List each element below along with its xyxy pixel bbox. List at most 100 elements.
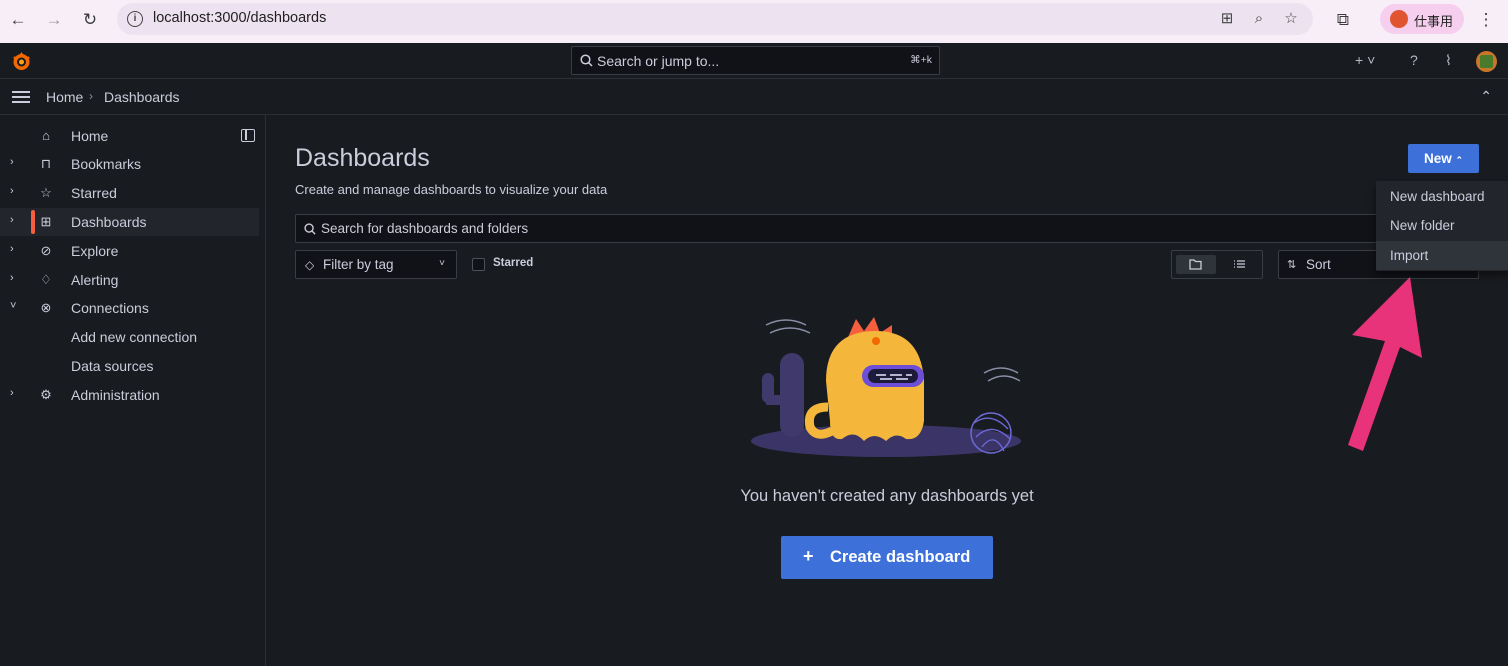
reload-icon[interactable]: ↻ — [80, 10, 100, 30]
list-view-button[interactable] — [1220, 255, 1260, 274]
new-button-label: New — [1423, 151, 1452, 166]
starred-label[interactable]: Starred — [493, 257, 533, 269]
bookmark-icon: ⊓ — [40, 156, 52, 171]
profile-avatar-icon — [1390, 10, 1408, 28]
starred-checkbox[interactable] — [472, 258, 485, 271]
view-toggle — [1171, 250, 1263, 279]
sidebar-item-label: Home — [71, 128, 109, 144]
chevron-up-icon: ⌃ — [1455, 155, 1464, 165]
sidebar-item-home[interactable]: ⌂ Home — [0, 122, 259, 150]
connections-icon: ⊗ — [40, 300, 52, 315]
sidebar-item-connections[interactable]: ˅ ⊗ Connections — [0, 294, 259, 322]
breadcrumb: Home › Dashboards ⌃ — [0, 79, 1508, 115]
add-plus-icon[interactable]: + ˅ — [1355, 52, 1375, 68]
dashboard-search-input[interactable]: Search for dashboards and folders — [295, 214, 1479, 243]
search-icon — [580, 54, 593, 67]
list-icon — [1234, 260, 1245, 268]
menu-item-label: New folder — [1390, 218, 1455, 233]
browser-toolbar: ← → ↻ i localhost:3000/dashboards ⊞ ⌕ ☆ … — [0, 0, 1508, 43]
sidebar-item-starred[interactable]: › ☆ Starred — [0, 179, 259, 207]
create-dashboard-label: Create dashboard — [830, 548, 971, 566]
chevron-up-icon[interactable]: ⌃ — [1480, 88, 1492, 105]
new-button[interactable]: New ⌃ — [1408, 144, 1479, 173]
create-dashboard-button[interactable]: + Create dashboard — [781, 536, 993, 579]
chevron-down-icon: ˅ — [439, 258, 445, 269]
sidebar-item-label: Starred — [71, 185, 117, 201]
dashboards-icon: ⊞ — [40, 214, 52, 229]
bookmark-star-icon[interactable]: ☆ — [1282, 10, 1300, 28]
sidebar-item-label: Explore — [71, 243, 119, 259]
sidebar-item-bookmarks[interactable]: › ⊓ Bookmarks — [0, 150, 259, 178]
extensions-icon[interactable]: ⧉ — [1333, 10, 1353, 30]
chevron-right-icon[interactable]: › — [10, 185, 14, 197]
page-subtitle: Create and manage dashboards to visualiz… — [295, 182, 608, 197]
filter-by-tag-select[interactable]: ◇ Filter by tag ˅ — [295, 250, 457, 279]
breadcrumb-home[interactable]: Home — [46, 89, 83, 105]
menu-item-label: New dashboard — [1390, 189, 1485, 204]
sort-icon: ⇅ — [1287, 259, 1297, 271]
new-dropdown-menu: New dashboard New folder Import — [1376, 181, 1508, 271]
chevron-right-icon[interactable]: › — [10, 243, 14, 255]
star-icon: ☆ — [40, 185, 52, 200]
sidebar-item-label: Data sources — [71, 358, 154, 374]
compass-icon: ⊘ — [40, 243, 52, 258]
empty-state-illustration — [751, 317, 1021, 457]
menu-item-new-folder[interactable]: New folder — [1376, 211, 1508, 240]
sidebar-item-alerting[interactable]: › ♢ Alerting — [0, 266, 259, 294]
chevron-right-icon[interactable]: › — [10, 156, 14, 168]
dashboard-search-placeholder: Search for dashboards and folders — [321, 221, 529, 236]
back-icon[interactable]: ← — [8, 10, 28, 30]
menu-item-import[interactable]: Import — [1376, 241, 1508, 270]
top-bar: Search or jump to... ⌘+k + ˅ ? ⌇ — [0, 43, 1508, 79]
sidebar-item-label: Add new connection — [71, 329, 198, 345]
zoom-icon[interactable]: ⌕ — [1250, 10, 1268, 28]
bell-icon: ♢ — [40, 272, 52, 287]
gear-icon: ⚙ — [40, 387, 52, 402]
translate-icon[interactable]: ⊞ — [1218, 10, 1236, 28]
chevron-right-icon[interactable]: › — [10, 272, 14, 284]
sidebar-item-label: Bookmarks — [71, 156, 142, 172]
chevron-right-icon[interactable]: › — [10, 214, 14, 226]
browser-menu-icon[interactable]: ⋮ — [1476, 10, 1496, 30]
menu-toggle-icon[interactable] — [12, 91, 30, 103]
sidebar-item-add-new-connection[interactable]: Add new connection — [0, 323, 259, 351]
sidebar-item-label: Connections — [71, 300, 149, 316]
news-rss-icon[interactable]: ⌇ — [1445, 52, 1452, 69]
breadcrumb-current: Dashboards — [104, 89, 180, 105]
folder-view-button[interactable] — [1176, 255, 1216, 274]
site-info-icon[interactable]: i — [127, 11, 143, 27]
search-placeholder: Search or jump to... — [597, 53, 720, 69]
empty-state-message: You haven't created any dashboards yet — [740, 487, 1034, 505]
search-shortcut: ⌘+k — [910, 54, 932, 66]
chevron-down-icon[interactable]: ˅ — [10, 300, 16, 312]
help-icon[interactable]: ? — [1410, 52, 1418, 68]
tag-icon: ◇ — [305, 258, 315, 272]
sidebar-item-explore[interactable]: › ⊘ Explore — [0, 237, 259, 265]
search-icon — [304, 223, 316, 235]
profile-label: 仕事用 — [1414, 14, 1454, 29]
profile-button[interactable]: 仕事用 — [1380, 4, 1464, 34]
sidebar-item-administration[interactable]: › ⚙ Administration — [0, 381, 259, 409]
plus-icon: + — [803, 546, 814, 566]
sidebar-item-label: Administration — [71, 387, 160, 403]
sort-label: Sort — [1306, 257, 1331, 272]
user-avatar[interactable] — [1476, 51, 1497, 72]
url-text[interactable]: localhost:3000/dashboards — [153, 10, 326, 26]
sidebar-item-data-sources[interactable]: Data sources — [0, 352, 259, 380]
forward-icon[interactable]: → — [44, 10, 64, 30]
dock-sidebar-icon[interactable] — [241, 129, 255, 142]
main-content: Dashboards Create and manage dashboards … — [266, 115, 1508, 666]
sidebar-item-dashboards[interactable]: › ⊞ Dashboards — [0, 208, 259, 236]
chevron-right-icon[interactable]: › — [10, 387, 14, 399]
grafana-logo-icon[interactable] — [11, 51, 32, 72]
breadcrumb-separator: › — [89, 89, 93, 103]
menu-item-new-dashboard[interactable]: New dashboard — [1376, 182, 1508, 211]
home-icon: ⌂ — [42, 128, 50, 143]
search-or-jump-input[interactable]: Search or jump to... ⌘+k — [571, 46, 940, 75]
menu-item-label: Import — [1390, 248, 1429, 263]
folder-icon — [1189, 259, 1202, 270]
address-bar[interactable]: i localhost:3000/dashboards ⊞ ⌕ ☆ — [117, 3, 1313, 35]
sidebar: ⌂ Home › ⊓ Bookmarks › ☆ Starred › ⊞ Das… — [0, 115, 266, 666]
sidebar-item-label: Dashboards — [71, 214, 147, 230]
annotation-arrow-icon — [1348, 277, 1422, 451]
